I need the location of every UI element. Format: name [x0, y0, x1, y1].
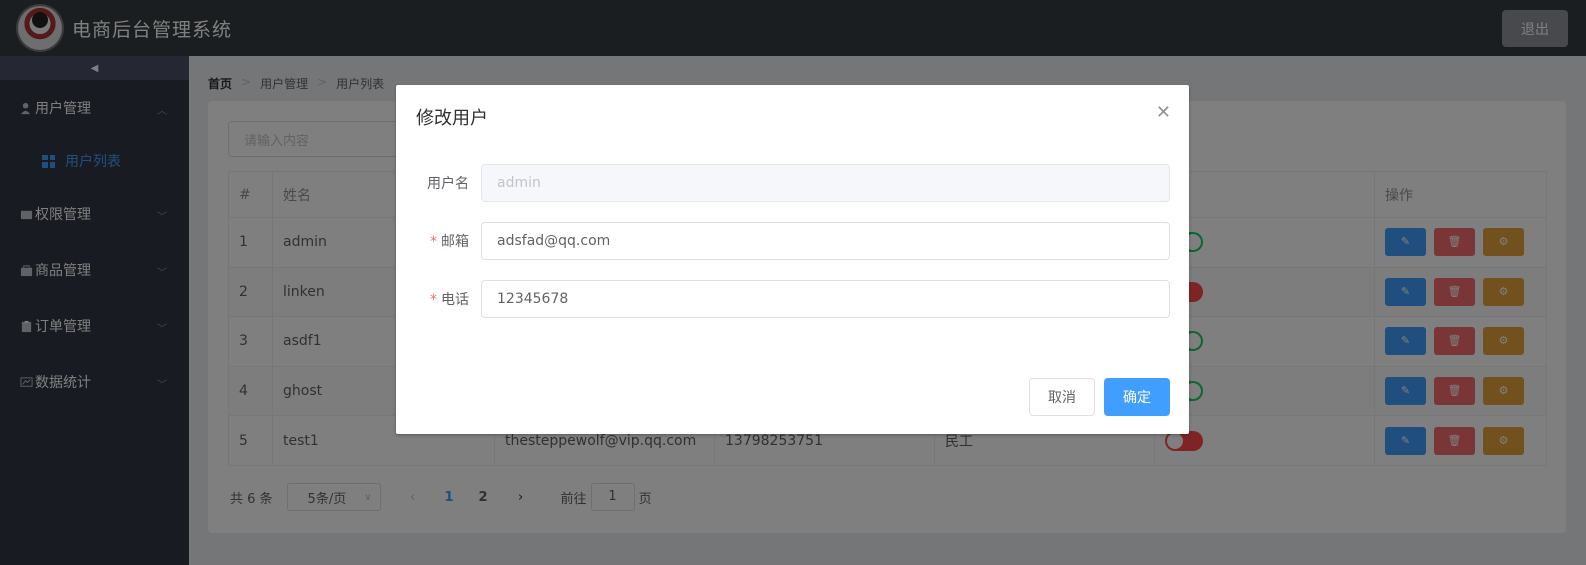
dialog-title: 修改用户 — [416, 108, 488, 129]
form-row-username: 用户名 admin — [396, 163, 1189, 203]
form-row-email: * 邮箱 adsfad@qq.com — [396, 221, 1189, 261]
username-field: admin — [481, 164, 1170, 202]
required-marker: * — [430, 234, 437, 250]
required-marker: * — [430, 292, 437, 308]
phone-field[interactable]: 12345678 — [481, 280, 1170, 318]
cancel-button[interactable]: 取消 — [1029, 378, 1095, 416]
edit-user-dialog: 修改用户 ✕ 用户名 admin * 邮箱 adsfad@qq.com * 电话 1… — [396, 85, 1189, 434]
email-label: * 邮箱 — [430, 234, 469, 250]
email-field[interactable]: adsfad@qq.com — [481, 222, 1170, 260]
phone-label: * 电话 — [430, 292, 469, 308]
form-row-phone: * 电话 12345678 — [396, 279, 1189, 319]
confirm-button[interactable]: 确定 — [1104, 378, 1170, 416]
close-icon[interactable]: ✕ — [1156, 102, 1171, 123]
username-label: 用户名 — [427, 176, 469, 192]
